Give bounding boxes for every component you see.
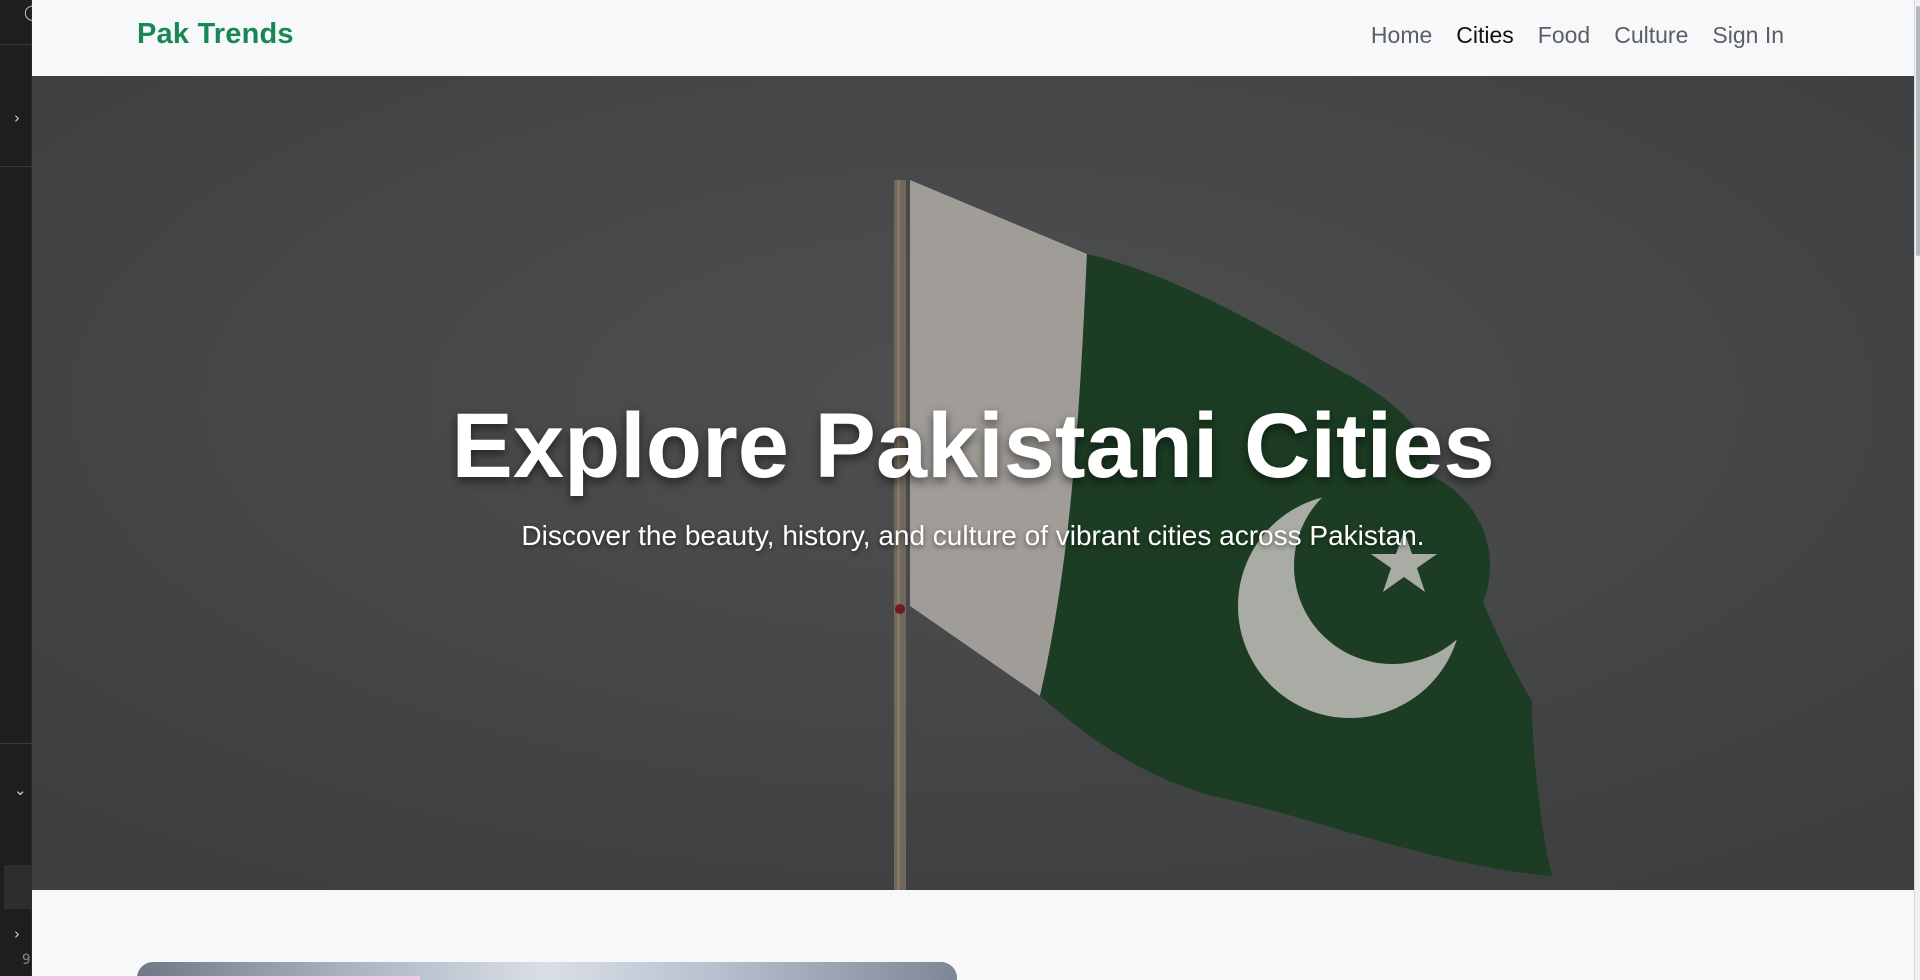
chevron-down-icon[interactable]: ⌄	[14, 782, 30, 798]
nav-links: Home Cities Food Culture Sign In	[1359, 20, 1796, 50]
hero-section: Explore Pakistani Cities Discover the be…	[32, 76, 1914, 890]
nav-link-home[interactable]: Home	[1359, 20, 1444, 50]
nav-link-cities[interactable]: Cities	[1444, 20, 1526, 50]
divider	[0, 166, 32, 167]
navbar: Pak Trends Home Cities Food Culture Sign…	[32, 0, 1914, 76]
editor-side-panel: ◯ › ⌄ › 9	[0, 0, 41, 980]
line-number: 9	[22, 952, 31, 968]
hero-subtitle: Discover the beauty, history, and cultur…	[521, 520, 1425, 551]
divider	[0, 44, 32, 45]
browser-viewport: Pak Trends Home Cities Food Culture Sign…	[32, 0, 1914, 980]
scrollbar[interactable]	[1914, 0, 1920, 980]
editor-panel-block	[4, 865, 32, 909]
brand-logo[interactable]: Pak Trends	[137, 18, 294, 51]
divider	[0, 743, 32, 744]
chevron-right-icon[interactable]: ›	[14, 926, 30, 942]
bottom-indicator	[0, 976, 420, 980]
nav-link-food[interactable]: Food	[1526, 20, 1602, 50]
hero-title: Explore Pakistani Cities	[451, 395, 1495, 497]
nav-link-sign-in[interactable]: Sign In	[1700, 20, 1796, 50]
nav-link-culture[interactable]: Culture	[1602, 20, 1700, 50]
chevron-right-icon[interactable]: ›	[14, 110, 30, 126]
scrollbar-thumb[interactable]	[1916, 6, 1920, 256]
